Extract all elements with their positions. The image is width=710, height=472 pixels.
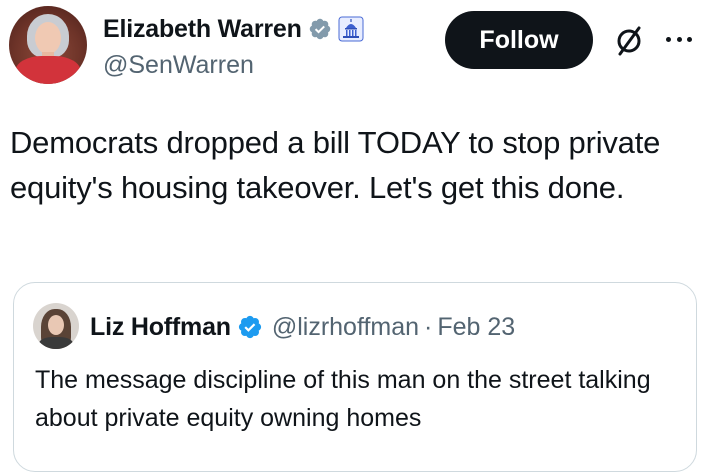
tweet-header: Elizabeth Warren @SenWarren Follow — [0, 0, 710, 100]
follow-button[interactable]: Follow — [445, 11, 593, 69]
author-name-row: Elizabeth Warren — [103, 12, 364, 46]
grok-icon[interactable] — [614, 24, 644, 56]
quoted-tweet[interactable]: Liz Hoffman @lizrhoffman · Feb 23 The me… — [13, 282, 697, 472]
quoted-author-avatar[interactable] — [33, 303, 79, 349]
more-dot — [687, 37, 692, 42]
avatar-clothing — [39, 337, 73, 349]
author-handle[interactable]: @SenWarren — [103, 51, 254, 80]
verified-badge-icon — [309, 18, 330, 40]
avatar-clothing — [15, 56, 81, 84]
more-dot — [666, 37, 671, 42]
avatar-face — [48, 315, 64, 335]
quoted-author-name[interactable]: Liz Hoffman — [90, 313, 231, 342]
tweet-text: Democrats dropped a bill TODAY to stop p… — [10, 125, 661, 205]
verified-badge-icon — [238, 315, 261, 339]
author-name[interactable]: Elizabeth Warren — [103, 15, 302, 44]
quoted-tweet-text: The message discipline of this man on th… — [35, 366, 651, 432]
more-dots-icon[interactable] — [666, 37, 692, 43]
author-avatar[interactable] — [9, 6, 87, 84]
us-capitol-icon — [338, 16, 364, 42]
quoted-author-handle[interactable]: @lizrhoffman — [272, 313, 419, 342]
separator-dot: · — [424, 312, 433, 341]
quoted-tweet-header: Liz Hoffman @lizrhoffman · Feb 23 — [90, 311, 515, 343]
avatar-face — [35, 22, 61, 54]
more-dot — [676, 37, 682, 42]
quoted-tweet-date[interactable]: Feb 23 — [437, 313, 515, 342]
